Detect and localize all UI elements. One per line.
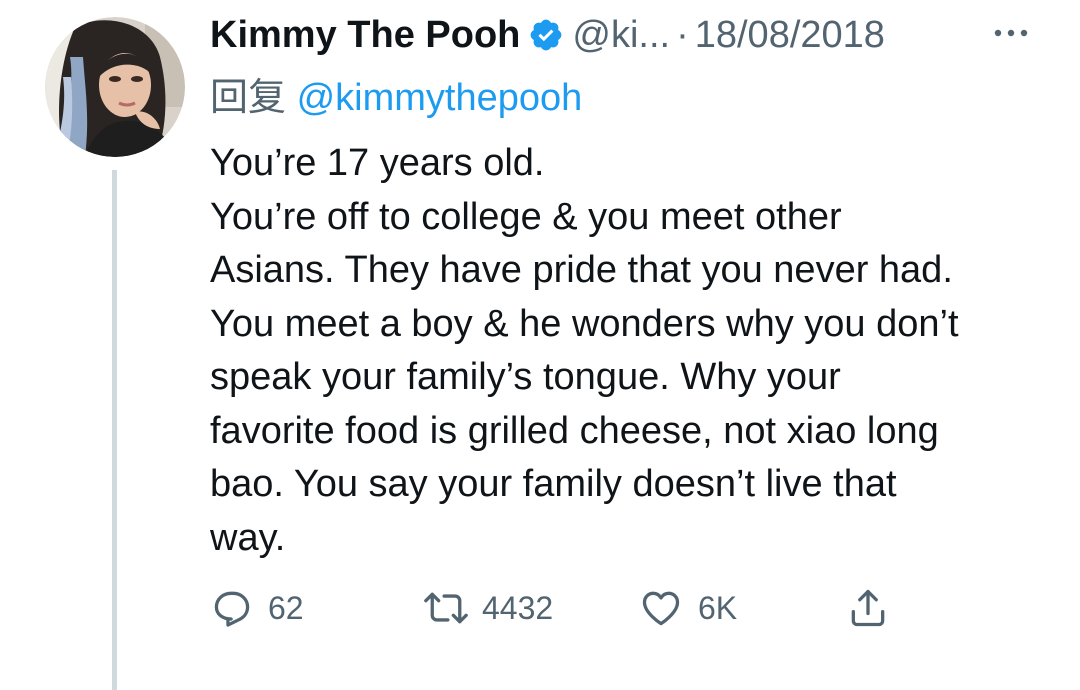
- retweet-icon: [420, 586, 472, 630]
- tweet-text: You’re 17 years old. You’re off to colle…: [210, 137, 1060, 565]
- more-options-icon[interactable]: [986, 18, 1036, 48]
- reply-mention-link[interactable]: @kimmythepooh: [297, 77, 583, 119]
- tweet-text-line: way.: [210, 516, 286, 559]
- reply-button[interactable]: 62: [210, 585, 304, 631]
- tweet-date[interactable]: 18/08/2018: [695, 14, 885, 57]
- retweet-count: 4432: [482, 589, 554, 626]
- reply-count: 62: [268, 589, 304, 626]
- share-icon: [846, 586, 890, 630]
- replying-to: 回复 @kimmythepooh: [210, 66, 582, 121]
- tweet-text-line: speak your family’s tongue. Why your: [210, 356, 841, 398]
- tweet-text-line: bao. You say your family doesn’t live th…: [210, 463, 897, 505]
- tweet-text-line: favorite food is grilled cheese, not xia…: [210, 409, 939, 452]
- tweet-action-bar: 62 4432 6K: [210, 585, 910, 631]
- tweet-text-line: Asians. They have pride that you never h…: [210, 249, 953, 291]
- tweet-text-line: You meet a boy & he wonders why you don’…: [210, 302, 959, 345]
- like-icon: [638, 586, 684, 630]
- thread-connector-line: [112, 170, 117, 690]
- retweet-button[interactable]: 4432: [420, 585, 553, 631]
- reply-prefix: 回复: [210, 77, 287, 119]
- avatar-image: [45, 17, 185, 157]
- tweet-header: Kimmy The Pooh @ki... · 18/08/2018: [210, 8, 885, 62]
- reply-icon: [210, 586, 254, 630]
- tweet-text-line: You’re off to college & you meet other: [210, 195, 842, 238]
- like-count: 6K: [698, 589, 738, 626]
- author-name[interactable]: Kimmy The Pooh: [210, 14, 520, 57]
- like-button[interactable]: 6K: [638, 585, 737, 631]
- separator-dot: ·: [676, 13, 689, 56]
- author-avatar[interactable]: [45, 17, 185, 157]
- author-handle[interactable]: @ki...: [572, 14, 670, 57]
- share-button[interactable]: [846, 585, 890, 631]
- tweet-text-line: You’re 17 years old.: [210, 142, 545, 184]
- verified-badge-icon: [528, 17, 564, 53]
